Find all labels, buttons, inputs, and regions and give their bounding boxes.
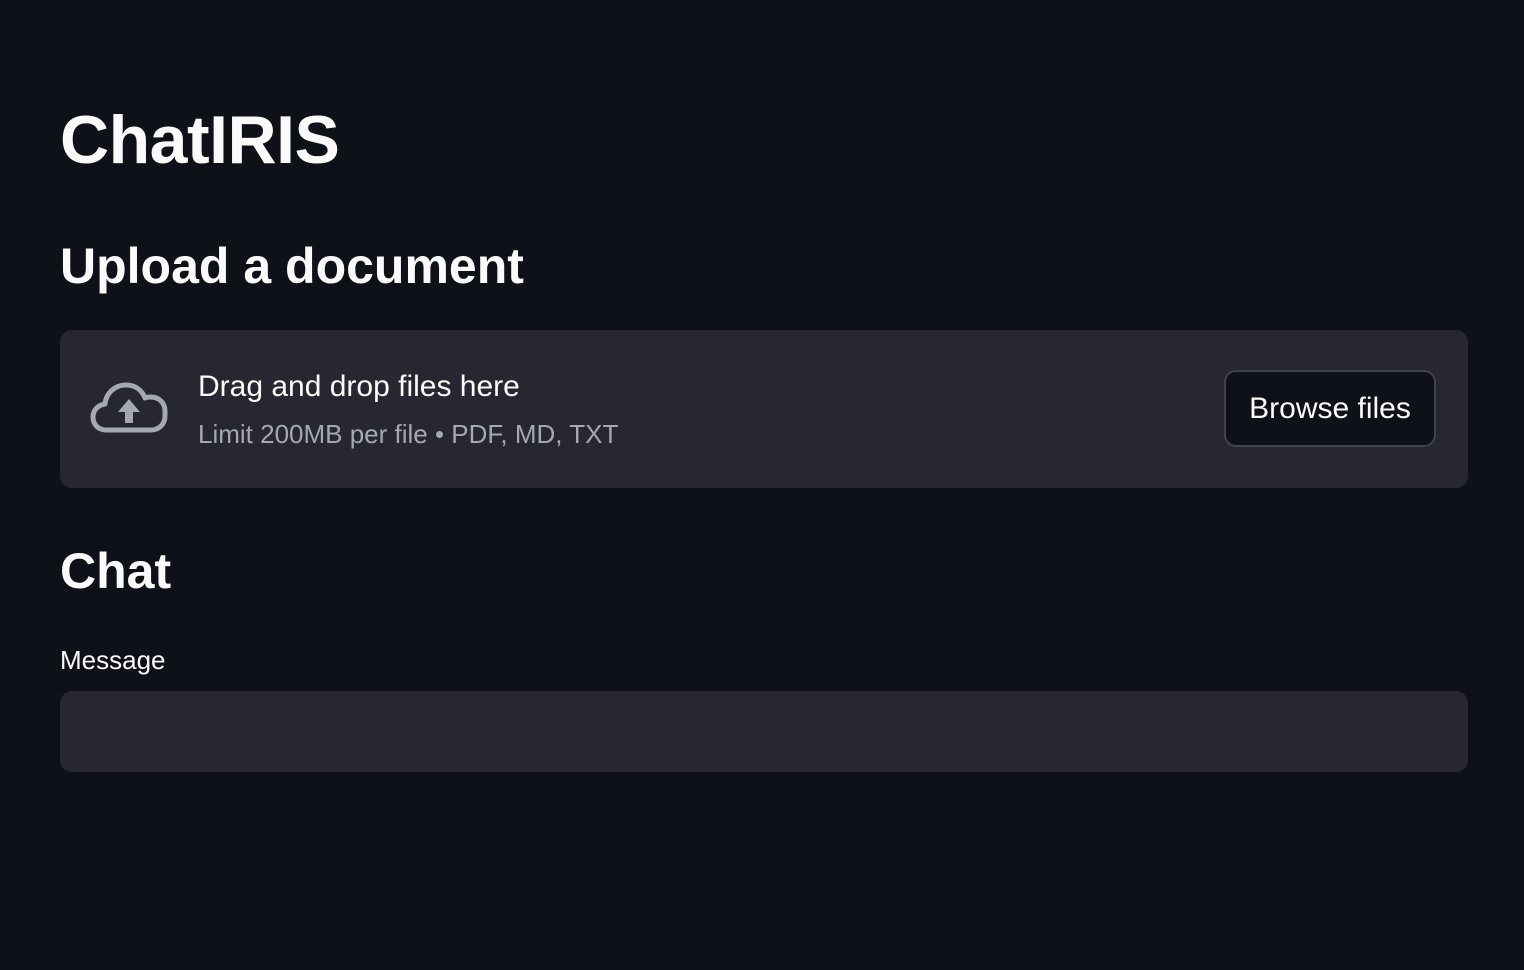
dropzone-text: Drag and drop files here Limit 200MB per… bbox=[198, 368, 618, 450]
cloud-upload-icon bbox=[90, 382, 168, 433]
dropzone-limit: Limit 200MB per file • PDF, MD, TXT bbox=[198, 419, 619, 449]
chat-heading: Chat bbox=[60, 543, 172, 599]
browse-files-button[interactable]: Browse files bbox=[1224, 370, 1436, 447]
dropzone-instructions: Drag and drop files here bbox=[198, 370, 520, 403]
page-title: ChatIRIS bbox=[60, 102, 340, 178]
upload-heading: Upload a document bbox=[60, 238, 524, 294]
file-dropzone[interactable]: Drag and drop files here Limit 200MB per… bbox=[60, 330, 1468, 488]
message-label: Message bbox=[60, 645, 166, 675]
message-input[interactable] bbox=[60, 691, 1468, 772]
